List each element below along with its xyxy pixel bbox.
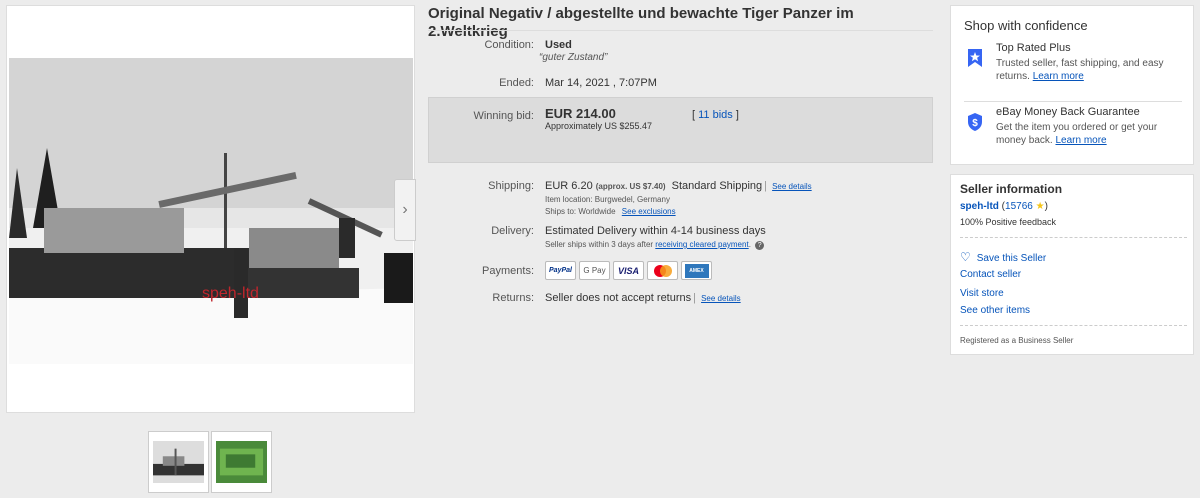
money-back-title: eBay Money Back Guarantee — [996, 106, 1140, 118]
seller-heading: Seller information — [960, 182, 1063, 196]
tank-photo-image: speh-ltd — [9, 58, 413, 364]
returns-row: Seller does not accept returns | See deta… — [545, 292, 741, 304]
top-rated-text-row: Trusted seller, fast shipping, and easy … — [996, 57, 1180, 83]
winning-bid-panel — [428, 97, 933, 163]
amex-badge: AMEX — [684, 263, 709, 278]
condition-note-text: guter Zustand — [542, 52, 605, 63]
payment-methods: PayPal G Pay VISA AMEX — [545, 261, 712, 280]
title-divider — [428, 30, 933, 31]
seller-name-row: speh-ltd (15766 ★) — [960, 201, 1048, 212]
shipping-see-details-link[interactable]: See details — [772, 182, 812, 191]
thumbnail-1[interactable] — [148, 431, 209, 493]
winning-bid-label: Winning bid: — [473, 110, 534, 122]
returns-see-details-link[interactable]: See details — [701, 294, 741, 303]
bids-count: [ 11 bids ] — [692, 109, 739, 121]
seller-name-link[interactable]: speh-ltd — [960, 201, 999, 212]
ended-label: Ended: — [499, 77, 534, 89]
chevron-right-icon: › — [402, 201, 408, 218]
save-seller-button[interactable]: ♡ Save this Seller — [960, 250, 1046, 264]
visit-store-link[interactable]: Visit store — [960, 288, 1004, 299]
feedback-count-link[interactable]: 15766 — [1005, 201, 1033, 212]
ended-value: Mar 14, 2021 , 7:07PM — [545, 77, 657, 89]
shipping-service: Standard Shipping — [671, 180, 763, 192]
shipping-value-row: EUR 6.20 (approx. US $7.40) Standard Shi… — [545, 180, 812, 192]
returns-label: Returns: — [492, 292, 534, 304]
receiving-payment-link[interactable]: receiving cleared payment — [655, 240, 748, 249]
save-seller-label: Save this Seller — [976, 253, 1047, 264]
shipping-label: Shipping: — [488, 180, 534, 192]
shipping-cost: EUR 6.20 — [545, 180, 593, 192]
shield-dollar-icon: $ — [968, 113, 982, 131]
contact-seller-link[interactable]: Contact seller — [960, 269, 1021, 280]
ships-to: Ships to: Worldwide — [545, 207, 616, 216]
winning-bid-value: EUR 214.00 — [545, 106, 616, 121]
positive-feedback: 100% Positive feedback — [960, 217, 1057, 227]
thumbnail-2[interactable] — [211, 431, 272, 493]
period: . — [748, 240, 751, 249]
amex-icon: AMEX — [681, 261, 712, 280]
thumbnail-image-1 — [153, 441, 204, 483]
bids-link[interactable]: 11 bids — [698, 109, 733, 121]
see-exclusions-link[interactable]: See exclusions — [622, 207, 676, 216]
payments-label: Payments: — [482, 265, 534, 277]
condition-label: Condition: — [484, 39, 534, 51]
item-location: Item location: Burgwedel, Germany — [545, 195, 670, 204]
seller-divider — [960, 325, 1187, 326]
delivery-note-row: Seller ships within 3 days after receivi… — [545, 240, 765, 250]
main-image-card: speh-ltd › — [6, 5, 416, 413]
shop-confidence-heading: Shop with confidence — [964, 18, 1088, 33]
condition-note: “guter Zustand” — [539, 52, 608, 63]
delivery-note: Seller ships within 3 days after — [545, 240, 654, 249]
visa-icon: VISA — [613, 261, 644, 280]
thumbnail-image-2 — [216, 441, 267, 483]
shipping-approx: (approx. US $7.40) — [595, 182, 666, 191]
watermark-text: speh-ltd — [202, 285, 259, 302]
svg-text:$: $ — [972, 118, 978, 129]
returns-value: Seller does not accept returns — [545, 292, 692, 304]
top-rated-learn-more-link[interactable]: Learn more — [1033, 71, 1084, 82]
seller-divider — [960, 237, 1187, 238]
seller-information-panel: Seller information speh-ltd (15766 ★) 10… — [950, 174, 1194, 355]
mastercard-circles-icon — [653, 264, 672, 277]
separator: | — [693, 292, 696, 304]
condition-value: Used — [545, 39, 572, 51]
separator: | — [764, 180, 768, 192]
main-photo[interactable]: speh-ltd — [9, 58, 413, 364]
thumbnail-strip — [148, 431, 272, 493]
paypal-icon: PayPal — [545, 261, 576, 280]
delivery-label: Delivery: — [491, 225, 534, 237]
see-other-items-link[interactable]: See other items — [960, 305, 1030, 316]
money-back-text-row: Get the item you ordered or get your mon… — [996, 121, 1180, 147]
google-pay-icon: G Pay — [579, 261, 610, 280]
heart-icon: ♡ — [960, 250, 971, 264]
shop-with-confidence-panel: Shop with confidence Top Rated Plus Trus… — [950, 5, 1194, 165]
next-image-button[interactable]: › — [394, 179, 416, 241]
mastercard-icon — [647, 261, 678, 280]
shop-divider — [964, 101, 1182, 102]
top-rated-title: Top Rated Plus — [996, 42, 1071, 54]
delivery-value: Estimated Delivery within 4-14 business … — [545, 225, 766, 237]
top-rated-badge-icon — [968, 49, 982, 67]
registered-business-seller: Registered as a Business Seller — [960, 336, 1074, 345]
feedback-score: (15766 ★) — [1001, 201, 1048, 212]
help-icon[interactable]: ? — [755, 241, 765, 250]
listing-title: Original Negativ / abgestellte und bewac… — [428, 5, 854, 40]
winning-bid-approx: Approximately US $255.47 — [545, 121, 653, 131]
money-back-learn-more-link[interactable]: Learn more — [1055, 135, 1106, 146]
ships-to-row: Ships to: Worldwide See exclusions — [545, 207, 676, 216]
star-icon: ★ — [1035, 201, 1045, 212]
